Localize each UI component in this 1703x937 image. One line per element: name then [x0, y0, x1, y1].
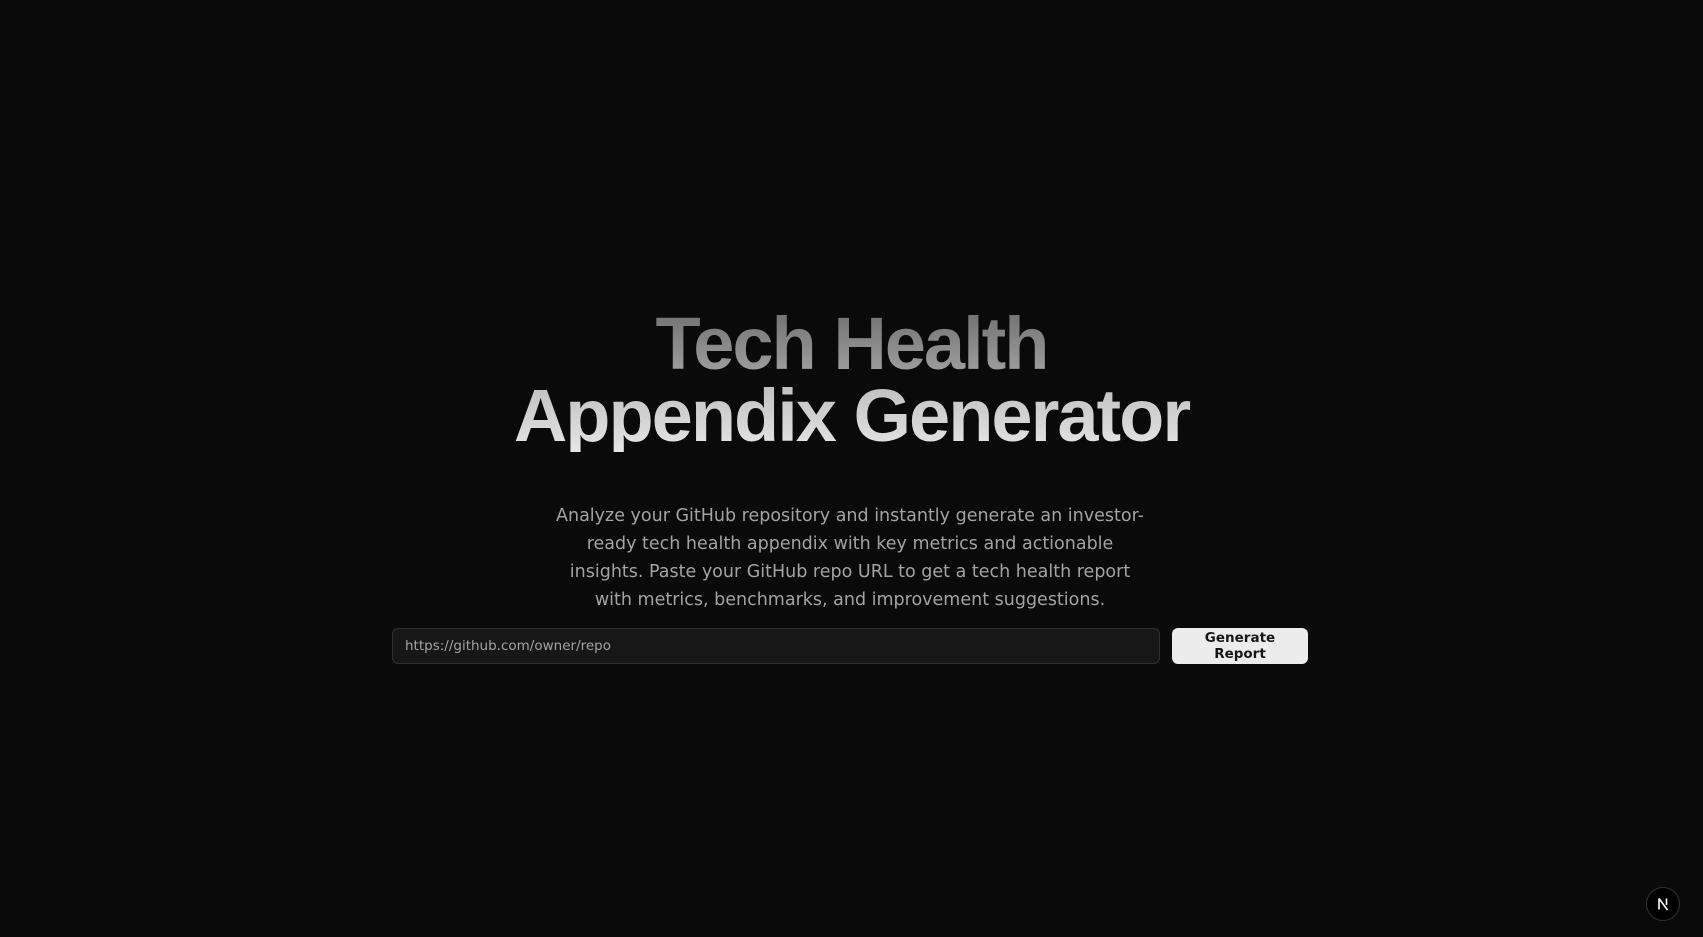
nextjs-dev-indicator-button[interactable]: [1646, 887, 1680, 921]
hero-section: Tech Health Appendix Generator Analyze y…: [0, 0, 1703, 937]
page-subtitle: Analyze your GitHub repository and insta…: [556, 506, 1144, 610]
repo-url-form: Generate Report: [392, 628, 1308, 665]
repo-url-input[interactable]: [392, 628, 1160, 664]
page-title-line-1: Tech Health: [0, 307, 1703, 381]
generate-report-button[interactable]: Generate Report: [1172, 628, 1308, 664]
page-title: Tech Health Appendix Generator: [0, 307, 1703, 453]
page-title-line-2: Appendix Generator: [0, 379, 1703, 453]
nextjs-logo-icon: [1658, 898, 1669, 911]
